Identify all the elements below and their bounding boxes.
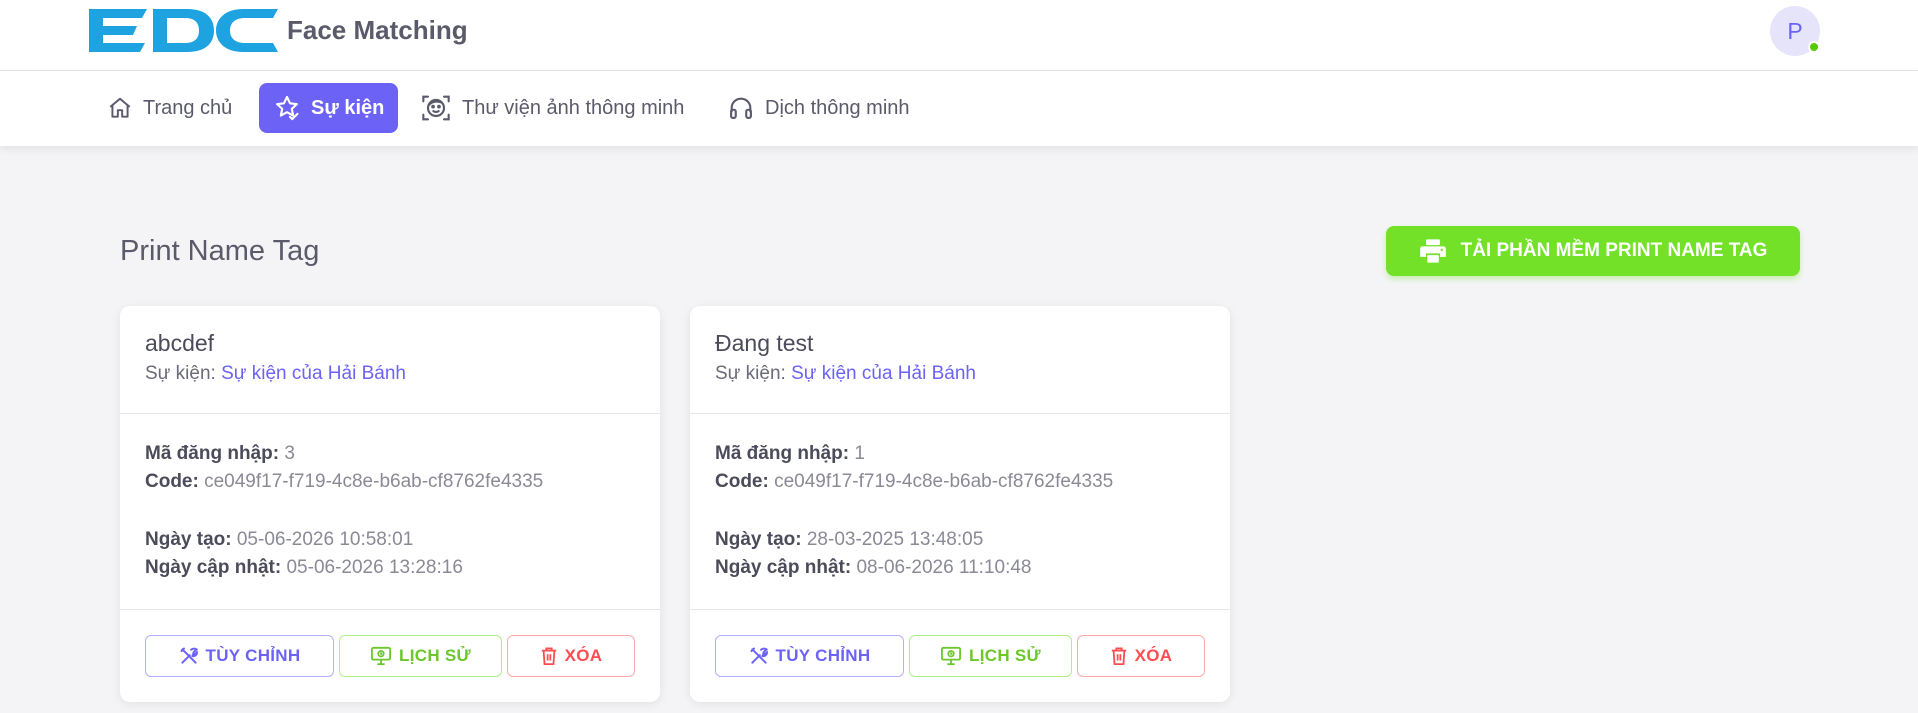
online-status-dot xyxy=(1808,41,1820,53)
user-avatar[interactable]: P xyxy=(1770,6,1820,56)
nav-label-smart-translate: Dịch thông minh xyxy=(765,96,910,119)
created-row: Ngày tạo: 05-06-2026 10:58:01 xyxy=(145,526,635,554)
login-code-row: Mã đăng nhập: 1 xyxy=(715,440,1205,468)
app-title: Face Matching xyxy=(287,15,468,45)
login-code-value: 1 xyxy=(854,443,865,464)
created-value: 28-03-2025 13:48:05 xyxy=(806,529,984,550)
login-code-label: Mã đăng nhập: xyxy=(145,443,280,464)
updated-row: Ngày cập nhật: 08-06-2026 11:10:48 xyxy=(715,554,1205,582)
delete-button-label: XÓA xyxy=(1134,646,1173,665)
nav-item-events[interactable]: Sự kiện xyxy=(259,83,399,133)
nav-item-smart-translate[interactable]: Dịch thông minh xyxy=(713,83,924,133)
top-header: Face Matching P xyxy=(0,0,1918,71)
event-link[interactable]: Sự kiện của Hải Bánh xyxy=(221,363,406,384)
updated-label: Ngày cập nhật: xyxy=(145,557,282,578)
trash-icon xyxy=(1111,647,1126,665)
history-button[interactable]: LỊCH SỬ xyxy=(339,635,502,677)
delete-button-label: XÓA xyxy=(564,646,603,665)
event-label: Sự kiện: xyxy=(715,363,786,384)
card-header: abcdef Sự kiện: Sự kiện của Hải Bánh xyxy=(120,306,660,414)
card-header: Đang test Sự kiện: Sự kiện của Hải Bánh xyxy=(690,306,1230,414)
main-navbar: Trang chủ Sự kiện Thư viện ảnh thông min… xyxy=(0,71,1918,146)
customize-button[interactable]: TÙY CHỈNH xyxy=(145,635,334,677)
code-value: ce049f17-f719-4c8e-b6ab-cf8762fe4335 xyxy=(204,471,544,492)
monitor-icon xyxy=(941,646,962,666)
code-value: ce049f17-f719-4c8e-b6ab-cf8762fe4335 xyxy=(774,471,1114,492)
card-actions: TÙY CHỈNH LỊCH SỬ XÓA xyxy=(120,610,660,702)
card-title: Đang test xyxy=(715,330,814,356)
code-row: Code: ce049f17-f719-4c8e-b6ab-cf8762fe43… xyxy=(715,468,1205,496)
nav-label-home: Trang chủ xyxy=(143,96,233,119)
login-code-value: 3 xyxy=(284,443,295,464)
edc-logo[interactable] xyxy=(89,9,278,52)
nav-item-home[interactable]: Trang chủ xyxy=(93,83,246,133)
download-button-label: TẢI PHẦN MỀM PRINT NAME TAG xyxy=(1460,240,1768,261)
event-link[interactable]: Sự kiện của Hải Bánh xyxy=(791,363,976,384)
event-label: Sự kiện: xyxy=(145,363,216,384)
nav-label-events: Sự kiện xyxy=(311,96,385,119)
name-tag-card: abcdef Sự kiện: Sự kiện của Hải Bánh Mã … xyxy=(120,306,660,702)
card-event-row: Sự kiện: Sự kiện của Hải Bánh xyxy=(715,361,1205,387)
history-button-label: LỊCH SỬ xyxy=(969,646,1041,665)
download-print-name-tag-button[interactable]: TẢI PHẦN MỀM PRINT NAME TAG xyxy=(1386,226,1800,276)
customize-button-label: TÙY CHỈNH xyxy=(775,646,871,665)
code-label: Code: xyxy=(715,471,769,492)
delete-button[interactable]: XÓA xyxy=(507,635,635,677)
updated-value: 05-06-2026 13:28:16 xyxy=(286,557,463,578)
trash-icon xyxy=(541,647,556,665)
card-event-row: Sự kiện: Sự kiện của Hải Bánh xyxy=(145,361,635,387)
page-title: Print Name Tag xyxy=(120,235,320,267)
created-value: 05-06-2026 10:58:01 xyxy=(236,529,414,550)
updated-value: 08-06-2026 11:10:48 xyxy=(856,557,1032,578)
tools-icon xyxy=(180,647,198,664)
printer-icon xyxy=(1419,239,1446,263)
updated-row: Ngày cập nhật: 05-06-2026 13:28:16 xyxy=(145,554,635,582)
code-label: Code: xyxy=(145,471,199,492)
card-body: Mã đăng nhập: 3 Code: ce049f17-f719-4c8e… xyxy=(120,414,660,610)
updated-label: Ngày cập nhật: xyxy=(715,557,852,578)
created-label: Ngày tạo: xyxy=(715,529,802,550)
created-row: Ngày tạo: 28-03-2025 13:48:05 xyxy=(715,526,1205,554)
login-code-row: Mã đăng nhập: 3 xyxy=(145,440,635,468)
customize-button[interactable]: TÙY CHỈNH xyxy=(715,635,904,677)
login-code-label: Mã đăng nhập: xyxy=(715,443,850,464)
avatar-initial: P xyxy=(1787,17,1803,44)
customize-button-label: TÙY CHỈNH xyxy=(205,646,301,665)
history-button[interactable]: LỊCH SỬ xyxy=(909,635,1072,677)
tools-icon xyxy=(750,647,768,664)
history-button-label: LỊCH SỬ xyxy=(399,646,471,665)
monitor-icon xyxy=(371,646,392,666)
nav-label-smart-gallery: Thư viện ảnh thông minh xyxy=(462,96,685,119)
delete-button[interactable]: XÓA xyxy=(1077,635,1205,677)
code-row: Code: ce049f17-f719-4c8e-b6ab-cf8762fe43… xyxy=(145,468,635,496)
home-icon xyxy=(109,97,131,118)
created-label: Ngày tạo: xyxy=(145,529,232,550)
name-tag-card: Đang test Sự kiện: Sự kiện của Hải Bánh … xyxy=(690,306,1230,702)
headphones-icon xyxy=(730,97,752,119)
card-title: abcdef xyxy=(145,330,215,356)
card-actions: TÙY CHỈNH LỊCH SỬ XÓA xyxy=(690,610,1230,702)
card-body: Mã đăng nhập: 1 Code: ce049f17-f719-4c8e… xyxy=(690,414,1230,610)
face-scan-icon xyxy=(422,95,450,121)
star-check-icon xyxy=(276,95,299,121)
nav-item-smart-gallery[interactable]: Thư viện ảnh thông minh xyxy=(406,83,698,133)
